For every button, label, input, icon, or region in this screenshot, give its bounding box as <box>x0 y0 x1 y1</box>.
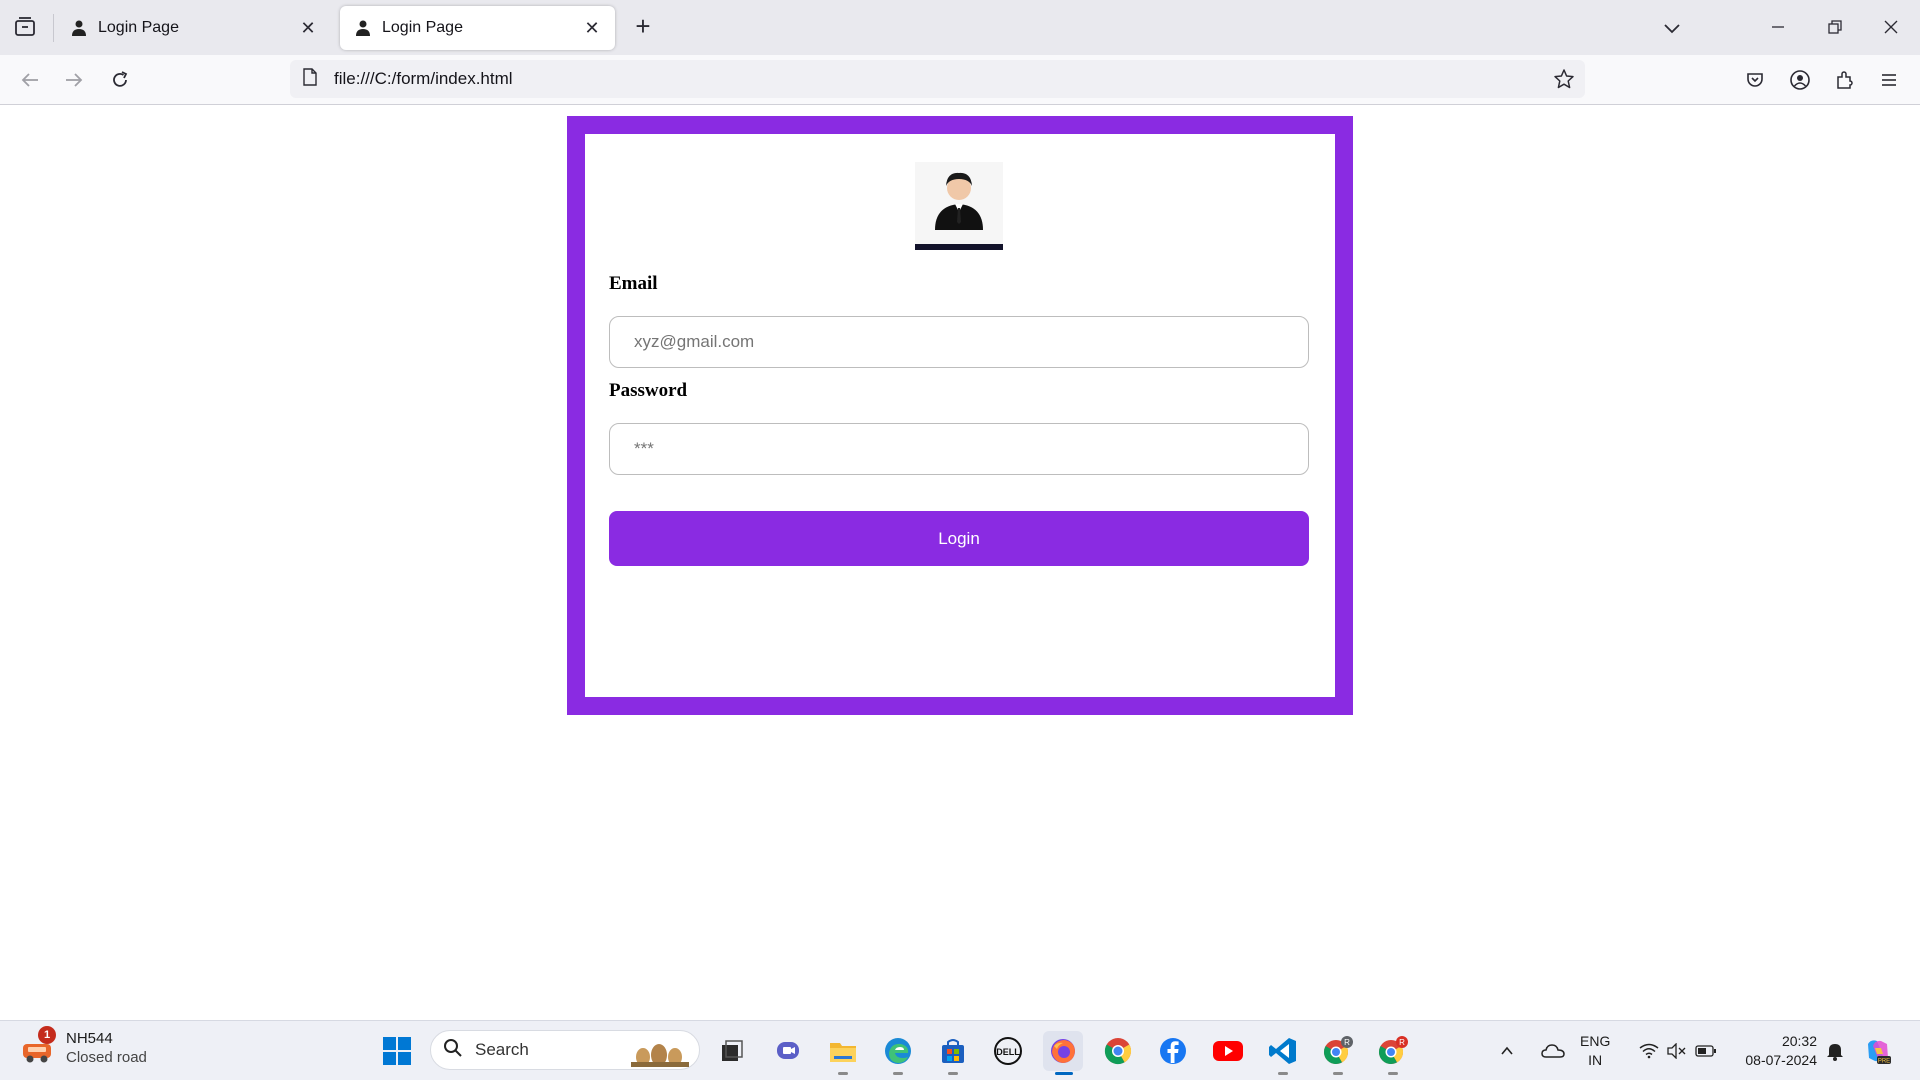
clock-time: 20:32 <box>1781 1033 1817 1049</box>
bookmark-star-icon[interactable] <box>1553 68 1575 95</box>
windows-start-icon[interactable] <box>377 1031 417 1071</box>
close-icon[interactable]: ✕ <box>583 19 601 37</box>
close-window-icon[interactable] <box>1876 12 1906 42</box>
email-field[interactable]: xyz@gmail.com <box>609 316 1309 368</box>
page-content: Email xyz@gmail.com Password *** Login <box>0 106 1920 1020</box>
menu-icon[interactable] <box>1876 67 1902 93</box>
tab-strip: Login Page ✕ Login Page ✕ + <box>0 0 1920 55</box>
firefox-icon[interactable] <box>1043 1031 1083 1075</box>
screen: Login Page ✕ Login Page ✕ + file:///C:/f… <box>0 0 1920 1080</box>
password-field[interactable]: *** <box>609 423 1309 475</box>
search-icon <box>443 1038 463 1063</box>
dell-icon[interactable]: DELL <box>988 1031 1028 1071</box>
chevron-up-icon[interactable] <box>1493 1031 1521 1071</box>
email-placeholder: xyz@gmail.com <box>634 332 755 351</box>
volume-muted-icon[interactable] <box>1663 1031 1689 1071</box>
svg-text:DELL: DELL <box>996 1047 1020 1057</box>
clock[interactable]: 20:32 08-07-2024 <box>1735 1032 1817 1070</box>
chrome-icon[interactable] <box>1098 1031 1138 1071</box>
weather-title: NH544 <box>66 1030 113 1047</box>
weather-text: NH544 Closed road <box>66 1029 147 1067</box>
login-button[interactable]: Login <box>609 511 1309 566</box>
taskbar-search[interactable]: Search <box>430 1030 700 1070</box>
navigation-bar: file:///C:/form/index.html <box>0 55 1920 105</box>
person-favicon-icon <box>70 19 88 37</box>
svg-text:PRE: PRE <box>1878 1059 1890 1065</box>
weather-subtitle: Closed road <box>66 1049 147 1066</box>
password-placeholder: *** <box>634 439 654 458</box>
weather-badge: 1 <box>38 1026 56 1044</box>
notification-bell-icon[interactable] <box>1820 1031 1850 1071</box>
restore-icon[interactable] <box>1820 12 1850 42</box>
running-indicator <box>838 1072 848 1075</box>
reload-icon[interactable] <box>107 67 133 93</box>
running-indicator <box>1278 1072 1288 1075</box>
tab-separator <box>53 14 54 42</box>
user-avatar-icon <box>915 162 1003 250</box>
back-arrow-icon[interactable] <box>17 67 43 93</box>
task-view-icon[interactable] <box>712 1031 752 1071</box>
edge-icon[interactable] <box>878 1031 918 1075</box>
running-indicator <box>1333 1072 1343 1075</box>
weather-widget[interactable]: 1 NH544 Closed road <box>20 1026 147 1067</box>
password-label: Password <box>609 380 688 401</box>
chrome-profile-icon[interactable]: R <box>1373 1031 1413 1075</box>
svg-text:R: R <box>1399 1038 1405 1047</box>
pocket-icon[interactable] <box>1742 67 1768 93</box>
taskbar: 1 NH544 Closed road Search DELL R R ENG … <box>0 1020 1920 1080</box>
chevron-down-icon[interactable] <box>1660 16 1684 40</box>
active-indicator <box>1055 1072 1073 1075</box>
close-icon[interactable]: ✕ <box>299 19 317 37</box>
tab-login-page-2[interactable]: Login Page ✕ <box>340 6 615 50</box>
new-tab-plus-icon[interactable]: + <box>630 13 656 40</box>
youtube-icon[interactable] <box>1208 1031 1248 1071</box>
email-label: Email <box>609 273 658 294</box>
svg-text:R: R <box>1344 1038 1350 1047</box>
facebook-icon[interactable] <box>1153 1031 1193 1071</box>
vscode-icon[interactable] <box>1263 1031 1303 1075</box>
address-bar[interactable]: file:///C:/form/index.html <box>290 60 1585 98</box>
file-explorer-icon[interactable] <box>823 1031 863 1075</box>
forward-arrow-icon[interactable] <box>61 67 87 93</box>
copilot-icon[interactable]: PRE <box>1858 1031 1898 1071</box>
tab-title: Login Page <box>98 19 179 36</box>
running-indicator <box>948 1072 958 1075</box>
extensions-icon[interactable] <box>1832 67 1858 93</box>
url-text: file:///C:/form/index.html <box>334 69 513 88</box>
microsoft-store-icon[interactable] <box>933 1031 973 1075</box>
person-favicon-icon <box>354 19 372 37</box>
region-code: IN <box>1588 1052 1603 1068</box>
onedrive-cloud-icon[interactable] <box>1536 1031 1570 1071</box>
running-indicator <box>1388 1072 1398 1075</box>
teams-chat-icon[interactable] <box>768 1031 808 1071</box>
login-card: Email xyz@gmail.com Password *** Login <box>567 116 1353 715</box>
firefox-view-icon[interactable] <box>12 14 38 40</box>
search-highlight-icon <box>629 1035 691 1072</box>
page-icon <box>302 67 318 91</box>
tab-title: Login Page <box>382 19 463 36</box>
tab-login-page-1[interactable]: Login Page ✕ <box>56 6 331 50</box>
running-indicator <box>893 1072 903 1075</box>
clock-date: 08-07-2024 <box>1745 1052 1817 1068</box>
search-label: Search <box>475 1040 529 1059</box>
chrome-profile-icon[interactable]: R <box>1318 1031 1358 1075</box>
language-code: ENG <box>1580 1033 1611 1049</box>
minimize-icon[interactable] <box>1763 12 1793 42</box>
traffic-alert-icon: 1 <box>20 1026 56 1066</box>
account-icon[interactable] <box>1787 67 1813 93</box>
wifi-icon[interactable] <box>1636 1031 1662 1071</box>
battery-icon[interactable] <box>1692 1031 1720 1071</box>
input-language[interactable]: ENG IN <box>1580 1032 1610 1070</box>
